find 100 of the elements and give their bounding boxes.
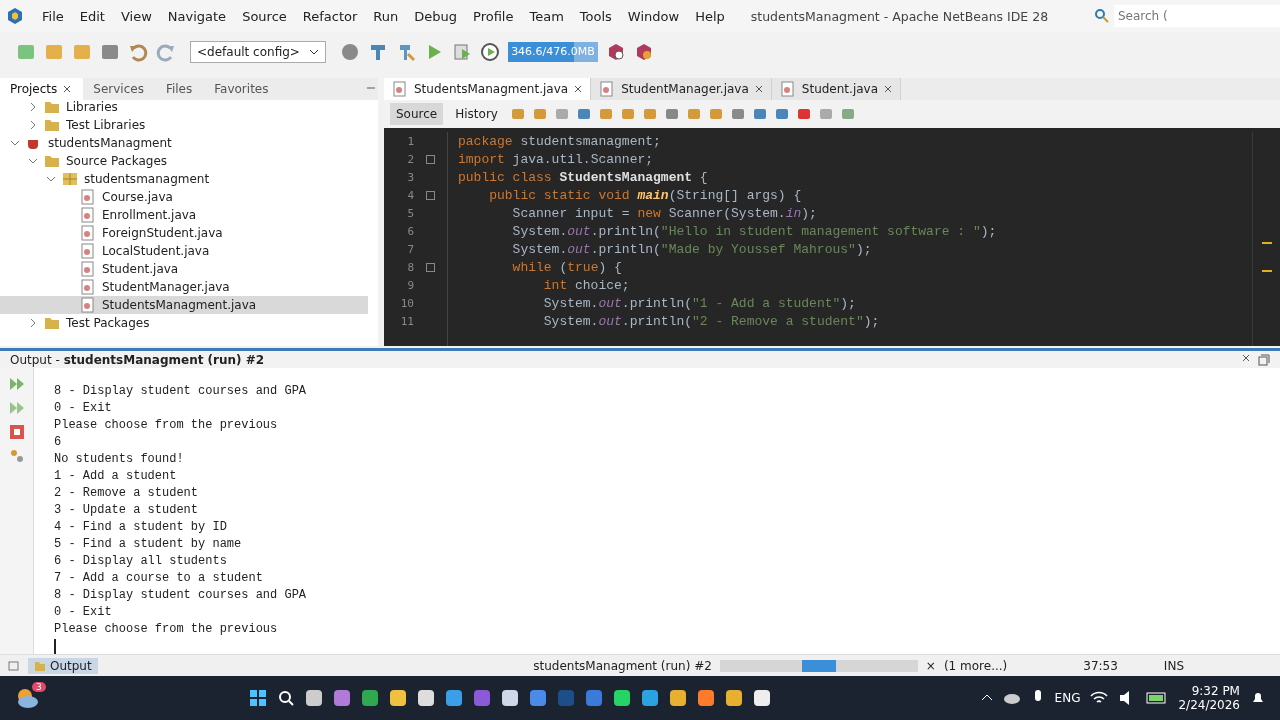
panel-tab[interactable]: Services: [83, 78, 156, 100]
folder-icon: [34, 659, 46, 672]
rerun-icon[interactable]: [8, 376, 25, 392]
console-line: 0 - Exit: [54, 401, 113, 417]
windows-logo-icon[interactable]: [249, 689, 268, 707]
fold-icon[interactable]: [426, 190, 435, 200]
close-icon[interactable]: [884, 85, 893, 93]
close-icon[interactable]: [574, 85, 583, 93]
tree-item[interactable]: studentsmanagment: [0, 170, 368, 188]
tree-item[interactable]: Enrollment.java: [0, 206, 368, 224]
stop-icon[interactable]: [8, 424, 25, 440]
app-icon[interactable]: [501, 689, 520, 707]
tree-item[interactable]: Course.java: [0, 188, 368, 206]
tree-item[interactable]: StudentManager.java: [0, 278, 368, 296]
menu-item[interactable]: Edit: [71, 8, 113, 24]
menu-item[interactable]: Refactor: [294, 8, 366, 24]
hammer-icon[interactable]: [368, 42, 388, 62]
code-line: public static void main(String[] args) {: [488, 186, 802, 204]
menu-item[interactable]: Help: [687, 8, 733, 24]
editor-tab[interactable]: StudentManager.java: [591, 78, 772, 100]
app-icon[interactable]: [417, 689, 436, 707]
debug-icon[interactable]: [452, 42, 472, 62]
console-line: 1 - Add a student: [54, 469, 178, 485]
restore-icon[interactable]: [1258, 353, 1270, 366]
notification-badge: 3: [32, 682, 46, 692]
app-icon[interactable]: [445, 689, 464, 707]
app-icon[interactable]: [613, 689, 632, 707]
line-number: 7: [406, 242, 414, 256]
tree-item[interactable]: Test Packages: [0, 314, 368, 332]
console-line: 7 - Add a course to a student: [54, 571, 264, 587]
editor-tool-icon[interactable]: [751, 106, 768, 122]
app-icon[interactable]: [305, 689, 324, 707]
tree-item[interactable]: studentsManagment: [0, 134, 368, 152]
input-language[interactable]: ENG: [1054, 691, 1081, 705]
panel-tab[interactable]: Files: [155, 78, 205, 100]
menu-item[interactable]: File: [34, 8, 72, 24]
menu-item[interactable]: Profile: [465, 8, 522, 24]
editor-tool-icon[interactable]: [663, 106, 680, 122]
close-icon[interactable]: [63, 85, 72, 93]
console-line: 3 - Update a student: [54, 503, 200, 519]
search-icon[interactable]: [277, 689, 296, 707]
line-number: 3: [406, 170, 414, 184]
tree-item[interactable]: Student.java: [0, 260, 368, 278]
app-icon[interactable]: [389, 689, 408, 707]
menu-item[interactable]: Navigate: [159, 8, 235, 24]
tree-item[interactable]: Libraries: [0, 100, 368, 116]
window-icon[interactable]: [8, 659, 20, 672]
panel-tab[interactable]: Favorites: [204, 78, 281, 100]
editor-tool-icon[interactable]: [729, 106, 746, 122]
fold-icon[interactable]: [426, 154, 435, 164]
more-tasks-link[interactable]: (1 more...): [943, 658, 1008, 673]
undo-icon[interactable]: [128, 42, 148, 62]
cancel-task[interactable]: ×: [925, 658, 936, 673]
editor-tab[interactable]: StudentsManagment.java: [384, 78, 592, 100]
console-line: 8 - Display student courses and GPA: [54, 384, 308, 400]
package-icon: [62, 171, 78, 187]
menu-item[interactable]: Team: [521, 8, 572, 24]
config-dropdown[interactable]: <default config>: [190, 41, 326, 63]
menu-item[interactable]: Run: [365, 8, 407, 24]
view-tab[interactable]: Source: [390, 103, 444, 125]
code-line: package studentsmanagment;: [457, 132, 661, 150]
editor-tool-icon[interactable]: [773, 106, 790, 122]
app-icon[interactable]: [725, 689, 744, 707]
fold-icon[interactable]: [426, 262, 435, 272]
folder-icon: [44, 117, 60, 133]
menu-item[interactable]: Window: [619, 8, 688, 24]
app-icon[interactable]: [669, 689, 688, 707]
task-name: studentsManagment (run) #2: [533, 658, 712, 673]
window-title: studentsManagment - Apache NetBeans IDE 28: [750, 8, 1049, 24]
view-tab[interactable]: History: [449, 103, 504, 125]
search-field[interactable]: Search (: [1114, 5, 1280, 27]
wifi-icon[interactable]: [1090, 690, 1109, 706]
chevron-right-icon[interactable]: [28, 318, 38, 328]
app-icon[interactable]: [697, 689, 716, 707]
menu-item[interactable]: Debug: [406, 8, 466, 24]
file-icon: [80, 207, 96, 223]
battery-icon[interactable]: [1146, 691, 1169, 705]
menu-item[interactable]: Tools: [571, 8, 620, 24]
error-stripe-mark: [1261, 242, 1272, 244]
code-line: System.out.println("2 - Remove a student");: [542, 312, 880, 330]
profile-icon[interactable]: [480, 42, 500, 62]
panel-tab[interactable]: Projects: [0, 78, 84, 100]
close-icon[interactable]: [754, 85, 763, 93]
editor-tool-icon[interactable]: [839, 106, 856, 122]
menu-item[interactable]: View: [112, 8, 160, 24]
tree-item[interactable]: Source Packages: [0, 152, 368, 170]
tree-item[interactable]: Test Libraries: [0, 116, 368, 134]
editor-tool-icon[interactable]: [795, 106, 812, 122]
line-number: 10: [399, 296, 414, 310]
output-tab[interactable]: Output: [28, 657, 98, 674]
settings-icon[interactable]: [8, 448, 25, 464]
editor-tool-icon[interactable]: [575, 106, 592, 122]
tree-item[interactable]: ForeignStudent.java: [0, 224, 368, 242]
tree-item[interactable]: StudentsManagment.java: [0, 296, 368, 314]
app-icon[interactable]: [753, 689, 772, 707]
editor-tab[interactable]: Student.java: [771, 78, 902, 100]
menu-item[interactable]: Source: [234, 8, 295, 24]
tree-item[interactable]: LocalStudent.java: [0, 242, 368, 260]
close-icon[interactable]: [1242, 353, 1250, 362]
app-icon[interactable]: [641, 689, 660, 707]
